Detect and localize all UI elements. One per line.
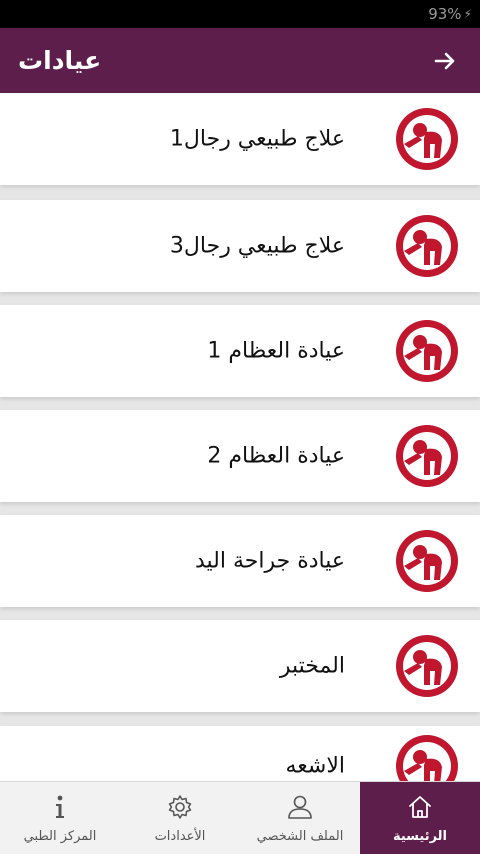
clinic-list-item[interactable]: الاشعه: [0, 726, 480, 781]
clinic-list-item[interactable]: عيادة العظام 2: [0, 410, 480, 502]
user-icon: [288, 795, 312, 819]
nav-home[interactable]: الرئيسية: [360, 782, 480, 854]
status-bar: 93% ⚡: [0, 0, 480, 28]
clinic-name: عيادة جراحة اليد: [194, 548, 345, 574]
clinic-list: علاج طبيعي رجال1 علاج طبيعي رجال3 عيادة …: [0, 93, 480, 781]
battery-level: 93%: [428, 5, 462, 23]
clinic-name: علاج طبيعي رجال1: [169, 126, 345, 152]
nav-profile-label: الملف الشخصي: [256, 828, 344, 844]
nav-medical-center-label: المركز الطبي: [23, 828, 97, 844]
page-title: عيادات: [18, 46, 102, 75]
info-icon: [56, 795, 64, 818]
clinic-name: عيادة العظام 2: [207, 443, 345, 469]
app-bar: عيادات: [0, 28, 480, 93]
clinic-list-item[interactable]: المختبر: [0, 620, 480, 712]
clinic-logo-icon: [396, 108, 458, 170]
nav-medical-center[interactable]: المركز الطبي: [0, 782, 120, 854]
clinic-name: الاشعه: [285, 753, 345, 779]
home-icon: [409, 795, 431, 818]
clinic-logo-icon: [396, 320, 458, 382]
back-button[interactable]: [432, 48, 458, 74]
nav-home-label: الرئيسية: [392, 828, 448, 844]
battery-charging-icon: ⚡: [463, 7, 472, 21]
arrow-right-icon: [434, 52, 455, 69]
bottom-navigation: الرئيسية الملف الشخصي الأعدادات المركز ا…: [0, 781, 480, 854]
clinic-list-item[interactable]: علاج طبيعي رجال3: [0, 200, 480, 292]
clinic-logo-icon: [396, 635, 458, 697]
clinic-list-item[interactable]: عيادة العظام 1: [0, 305, 480, 397]
nav-settings[interactable]: الأعدادات: [120, 782, 240, 854]
clinic-name: عيادة العظام 1: [207, 338, 345, 364]
nav-settings-label: الأعدادات: [154, 828, 206, 844]
clinic-logo-icon: [396, 530, 458, 592]
clinic-logo-icon: [396, 215, 458, 277]
clinic-logo-icon: [396, 735, 458, 781]
clinic-list-item[interactable]: عيادة جراحة اليد: [0, 515, 480, 607]
clinic-name: علاج طبيعي رجال3: [169, 233, 345, 259]
gear-icon: [168, 794, 192, 819]
clinic-logo-icon: [396, 425, 458, 487]
clinic-list-item[interactable]: علاج طبيعي رجال1: [0, 93, 480, 185]
clinic-name: المختبر: [279, 653, 345, 679]
nav-profile[interactable]: الملف الشخصي: [240, 782, 360, 854]
